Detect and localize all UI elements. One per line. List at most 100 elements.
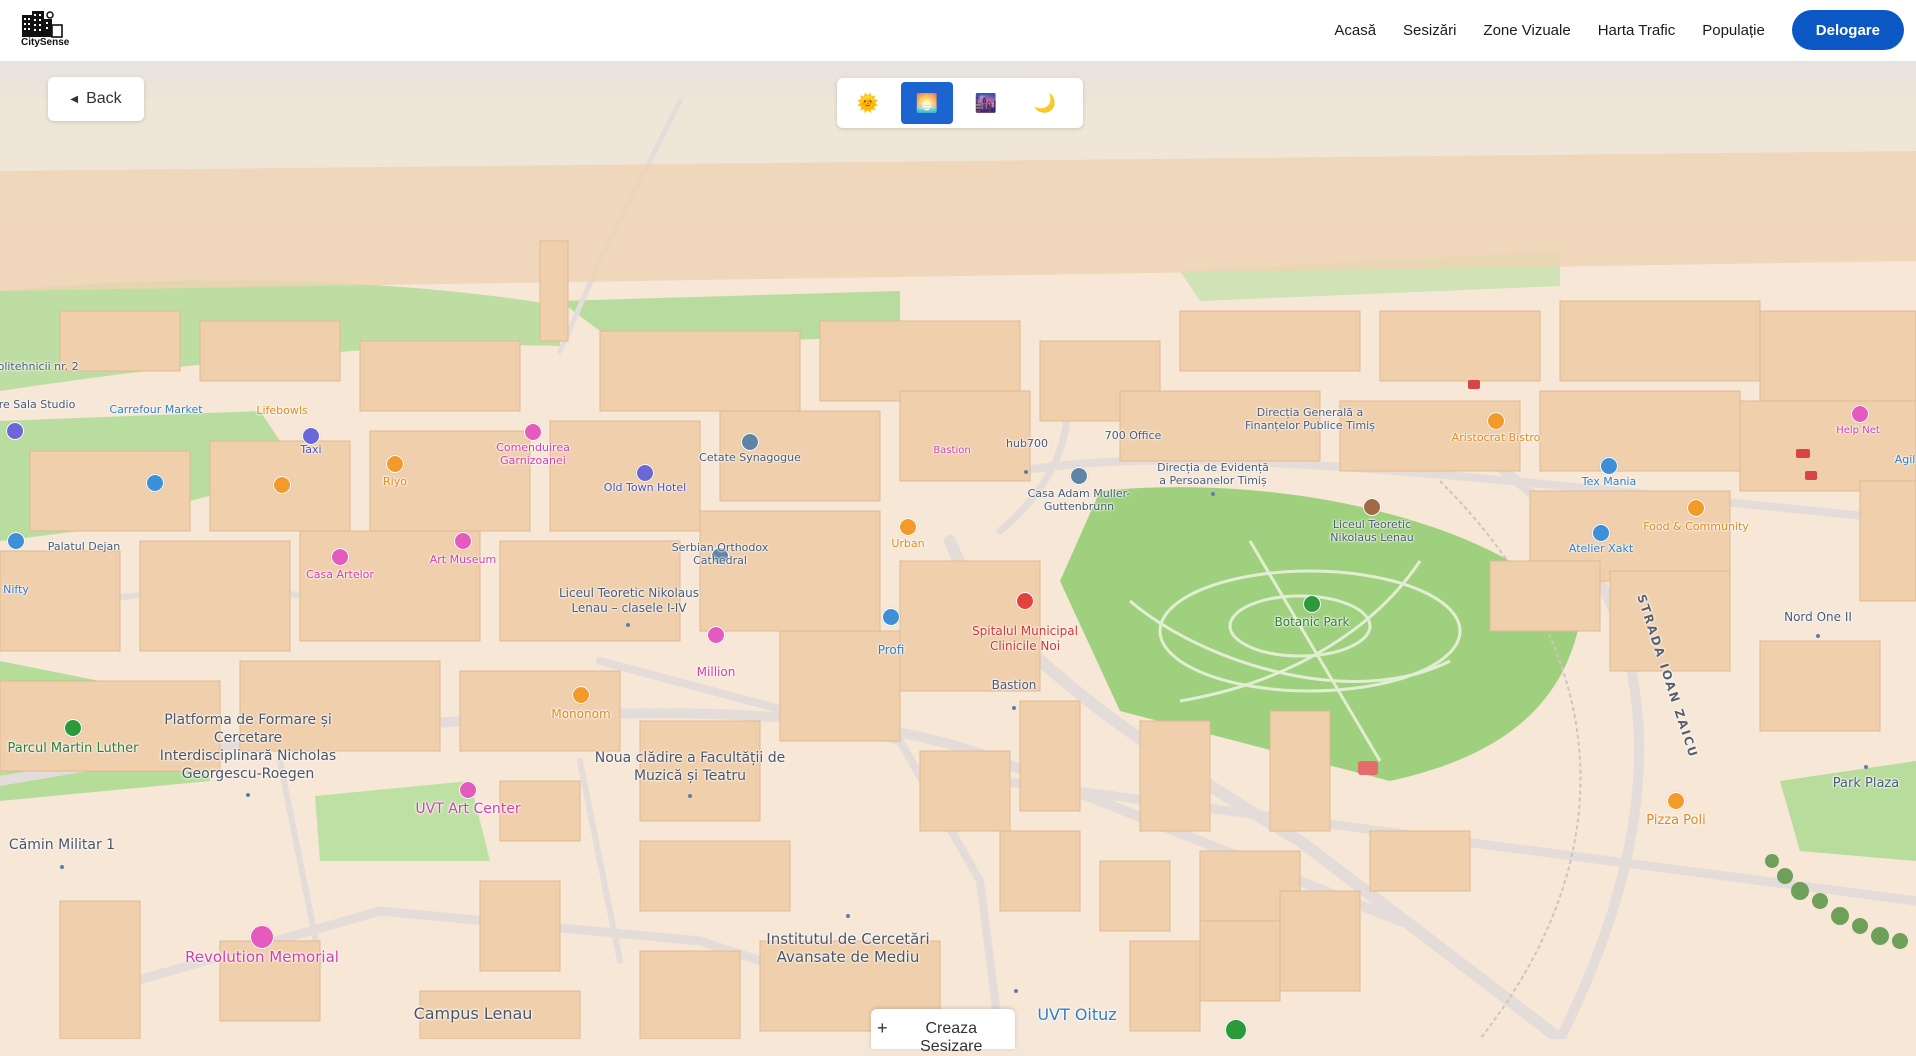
poi-pin-pizza-poli[interactable] xyxy=(1667,792,1685,810)
light-preset-day[interactable]: 🌞 xyxy=(842,82,894,124)
map-dot xyxy=(1014,989,1018,993)
map-dot xyxy=(1864,765,1868,769)
poi-pin-uvt-art-center[interactable] xyxy=(459,781,477,799)
map-label[interactable]: Cetate Synagogue xyxy=(699,451,801,464)
poi-pin-uvt-oituz[interactable] xyxy=(1225,1019,1247,1039)
map-label[interactable]: Bastion xyxy=(933,444,970,457)
map-label[interactable]: Urban xyxy=(891,537,924,550)
map-dot xyxy=(688,794,692,798)
map-label[interactable]: Institutul de Cercetări Avansate de Medi… xyxy=(753,930,943,966)
map-dot xyxy=(1012,706,1016,710)
map-label[interactable]: Tex Mania xyxy=(1582,475,1636,488)
poi-pin-nifty[interactable] xyxy=(7,532,25,550)
map-label[interactable]: Direcția de Evidență a Persoanelor Timiș xyxy=(1153,461,1273,487)
plus-icon: + xyxy=(877,1018,888,1038)
poi-pin-mononom[interactable] xyxy=(572,686,590,704)
map-label[interactable]: Direcția Generală a Finanțelor Publice T… xyxy=(1240,406,1380,432)
poi-pin-revolution-memorial[interactable] xyxy=(250,925,274,949)
poi-pin-aristocrat[interactable] xyxy=(1487,412,1505,430)
map-label[interactable]: hub700 xyxy=(1006,437,1048,450)
poi-pin-tex-mania[interactable] xyxy=(1600,457,1618,475)
nav-reports[interactable]: Sesizări xyxy=(1403,22,1456,39)
map-label[interactable]: Million xyxy=(697,666,736,679)
poi-pin-lifebowls[interactable] xyxy=(273,476,291,494)
poi-pin-atelier-xakt[interactable] xyxy=(1592,524,1610,542)
map-label[interactable]: Agil xyxy=(1895,453,1916,466)
map-label[interactable]: 700 Office xyxy=(1105,429,1162,442)
map-dot xyxy=(246,793,250,797)
map-label[interactable]: Spitalul Municipal Clinicile Noi xyxy=(955,624,1095,654)
poi-pin-liceul-lenau[interactable] xyxy=(1363,498,1381,516)
map-label[interactable]: Mononom xyxy=(551,708,610,721)
lighting-preset-bar: 🌞 🌅 🌆 🌙 xyxy=(837,78,1083,128)
poi-pin-synagogue[interactable] xyxy=(741,433,759,451)
map-label[interactable]: Old Town Hotel xyxy=(604,481,686,494)
poi-pin-botanic-park[interactable] xyxy=(1303,595,1321,613)
map-label[interactable]: Bastion xyxy=(992,679,1037,692)
poi-pin-million[interactable] xyxy=(707,626,725,644)
poi-pin-help-net[interactable] xyxy=(1851,405,1869,423)
create-report-label: Creaza Sesizare xyxy=(920,1020,983,1055)
map-label[interactable]: Botanic Park xyxy=(1275,616,1350,629)
back-button[interactable]: ◀ Back xyxy=(48,77,144,121)
map-label[interactable]: Taxi xyxy=(300,443,321,456)
nav-population[interactable]: Populație xyxy=(1702,22,1765,39)
nav-visual-zones[interactable]: Zone Vizuale xyxy=(1483,22,1570,39)
nav-traffic-map[interactable]: Harta Trafic xyxy=(1598,22,1676,39)
poi-pin-comenduirea[interactable] xyxy=(524,423,542,441)
map-label[interactable]: Lifebowls xyxy=(256,404,307,417)
map-label[interactable]: Help Net xyxy=(1836,424,1880,437)
map-label[interactable]: Casa Adam Muller-Guttenbrunn xyxy=(1024,487,1134,513)
map-label[interactable]: Revolution Memorial xyxy=(185,950,339,965)
map-label[interactable]: Art Museum xyxy=(430,553,497,566)
map-label[interactable]: Palatul Dejan xyxy=(48,540,121,553)
create-report-button[interactable]: + Creaza Sesizare xyxy=(871,1009,1015,1055)
map-label[interactable]: Campus Lenau xyxy=(414,1005,533,1023)
map-label[interactable]: Noua clădire a Facultății de Muzică și T… xyxy=(590,749,790,785)
poi-pin-urban[interactable] xyxy=(899,518,917,536)
map-label[interactable]: Liceul Teoretic Nikolaus Lenau – clasele… xyxy=(549,586,709,616)
light-preset-night[interactable]: 🌙 xyxy=(1019,82,1071,124)
map-label[interactable]: Atelier Xakt xyxy=(1569,542,1633,555)
sunrise-icon: 🌅 xyxy=(915,92,939,114)
map-label[interactable]: Platforma de Formare și Cercetare Interd… xyxy=(158,711,338,783)
logout-button[interactable]: Delogare xyxy=(1791,10,1904,50)
map-canvas[interactable]: STRADA IOAN ZAICU Politehnicii nr. 2 re … xyxy=(0,61,1916,1039)
map-label[interactable]: Nifty xyxy=(3,583,29,596)
map-label[interactable]: Politehnicii nr. 2 xyxy=(0,360,79,373)
map-label[interactable]: Carrefour Market xyxy=(109,403,202,416)
map-label[interactable]: Liceul Teoretic Nikolaus Lenau xyxy=(1322,518,1422,544)
map-label[interactable]: Aristocrat Bistro xyxy=(1452,431,1541,444)
map-label[interactable]: Park Plaza xyxy=(1833,777,1899,790)
map-label[interactable]: re Sala Studio xyxy=(0,398,75,411)
map-label[interactable]: UVT Art Center xyxy=(415,802,520,816)
map-label[interactable]: Casa Artelor xyxy=(306,568,374,581)
map-dot xyxy=(626,623,630,627)
city-dusk-icon: 🌆 xyxy=(974,92,998,114)
map-label[interactable]: UVT Oituz xyxy=(1037,1007,1116,1023)
map-label[interactable]: Serbian Orthodox Cathedral xyxy=(665,541,775,567)
poi-pin-casa-adam-muller[interactable] xyxy=(1070,467,1088,485)
poi-pin-spitalul[interactable] xyxy=(1016,592,1034,610)
map-label[interactable]: Profi xyxy=(878,644,905,657)
poi-pin-food-community[interactable] xyxy=(1687,499,1705,517)
logo-text[interactable]: CitySense xyxy=(21,37,69,48)
light-preset-dawn[interactable]: 🌅 xyxy=(901,82,953,124)
map-label[interactable]: Cămin Militar 1 xyxy=(9,836,115,854)
map-label[interactable]: Nord One II xyxy=(1784,611,1852,624)
map-label[interactable]: Comenduirea Garnizoanei xyxy=(488,441,578,467)
nav-home[interactable]: Acasă xyxy=(1334,22,1376,39)
poi-pin-casa-artelor[interactable] xyxy=(331,548,349,566)
poi-pin-art-museum[interactable] xyxy=(454,532,472,550)
poi-pin-carrefour[interactable] xyxy=(146,474,164,492)
map-label[interactable]: Riyo xyxy=(383,475,407,488)
poi-pin-riyo[interactable] xyxy=(386,455,404,473)
poi-pin-profi[interactable] xyxy=(882,608,900,626)
poi-pin-old-town-hotel[interactable] xyxy=(636,464,654,482)
light-preset-dusk[interactable]: 🌆 xyxy=(960,82,1012,124)
map-label[interactable]: Parcul Martin Luther xyxy=(8,742,139,755)
poi-pin-politehnicii[interactable] xyxy=(6,422,24,440)
poi-pin-parcul-martin-luther[interactable] xyxy=(64,719,82,737)
map-label[interactable]: Pizza Poli xyxy=(1646,814,1705,827)
map-label[interactable]: Food & Community xyxy=(1643,520,1749,533)
